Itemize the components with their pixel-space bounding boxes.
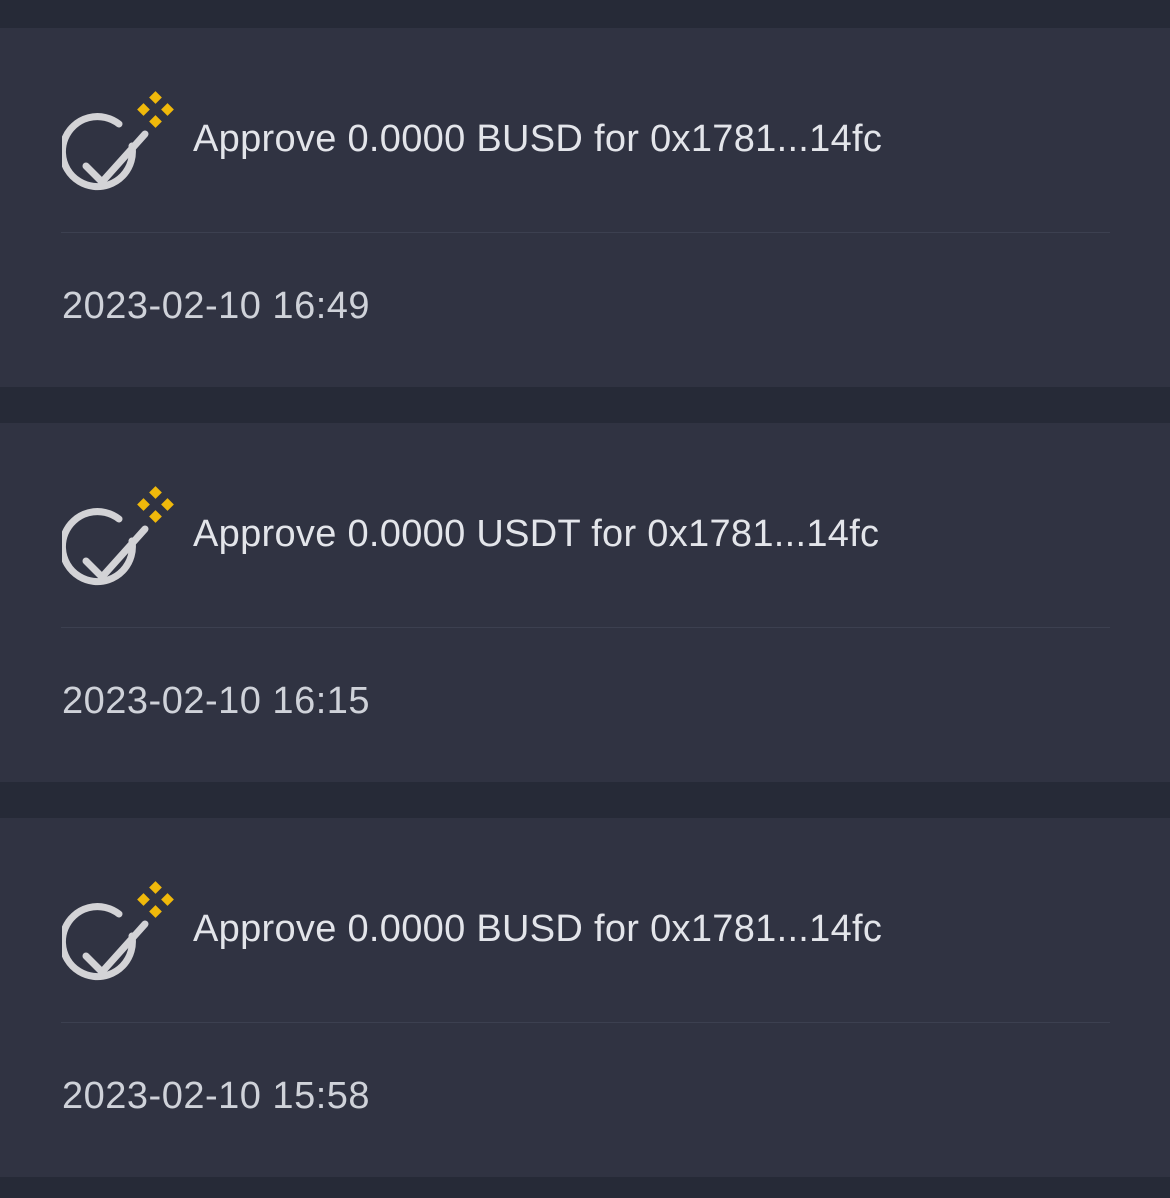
transaction-item[interactable]: Approve 0.0000 BUSD for 0x1781...14fc 20… bbox=[0, 818, 1170, 1177]
transaction-item[interactable]: Approve 0.0000 USDT for 0x1781...14fc 20… bbox=[0, 423, 1170, 782]
transaction-item[interactable]: Approve 0.0000 BUSD for 0x1781...14fc 20… bbox=[0, 28, 1170, 387]
transaction-time: 2023-02-10 16:49 bbox=[62, 285, 371, 327]
transaction-list: Approve 0.0000 BUSD for 0x1781...14fc 20… bbox=[0, 0, 1170, 1198]
transaction-title: Approve 0.0000 USDT for 0x1781...14fc bbox=[193, 513, 880, 555]
approve-check-icon bbox=[62, 486, 174, 585]
approve-check-icon bbox=[62, 881, 174, 980]
transaction-title: Approve 0.0000 BUSD for 0x1781...14fc bbox=[193, 118, 883, 160]
binance-diamond-icon bbox=[137, 486, 174, 523]
transaction-title: Approve 0.0000 BUSD for 0x1781...14fc bbox=[193, 908, 883, 950]
approve-check-icon bbox=[62, 91, 174, 190]
transaction-header: Approve 0.0000 BUSD for 0x1781...14fc bbox=[0, 818, 1170, 1022]
binance-diamond-icon bbox=[137, 881, 174, 918]
transaction-time: 2023-02-10 16:15 bbox=[62, 680, 371, 722]
divider bbox=[61, 232, 1110, 233]
divider bbox=[61, 627, 1110, 628]
divider bbox=[61, 1022, 1110, 1023]
binance-diamond-icon bbox=[137, 91, 174, 128]
transaction-header: Approve 0.0000 USDT for 0x1781...14fc bbox=[0, 423, 1170, 627]
transaction-time: 2023-02-10 15:58 bbox=[62, 1075, 371, 1117]
transaction-header: Approve 0.0000 BUSD for 0x1781...14fc bbox=[0, 28, 1170, 232]
